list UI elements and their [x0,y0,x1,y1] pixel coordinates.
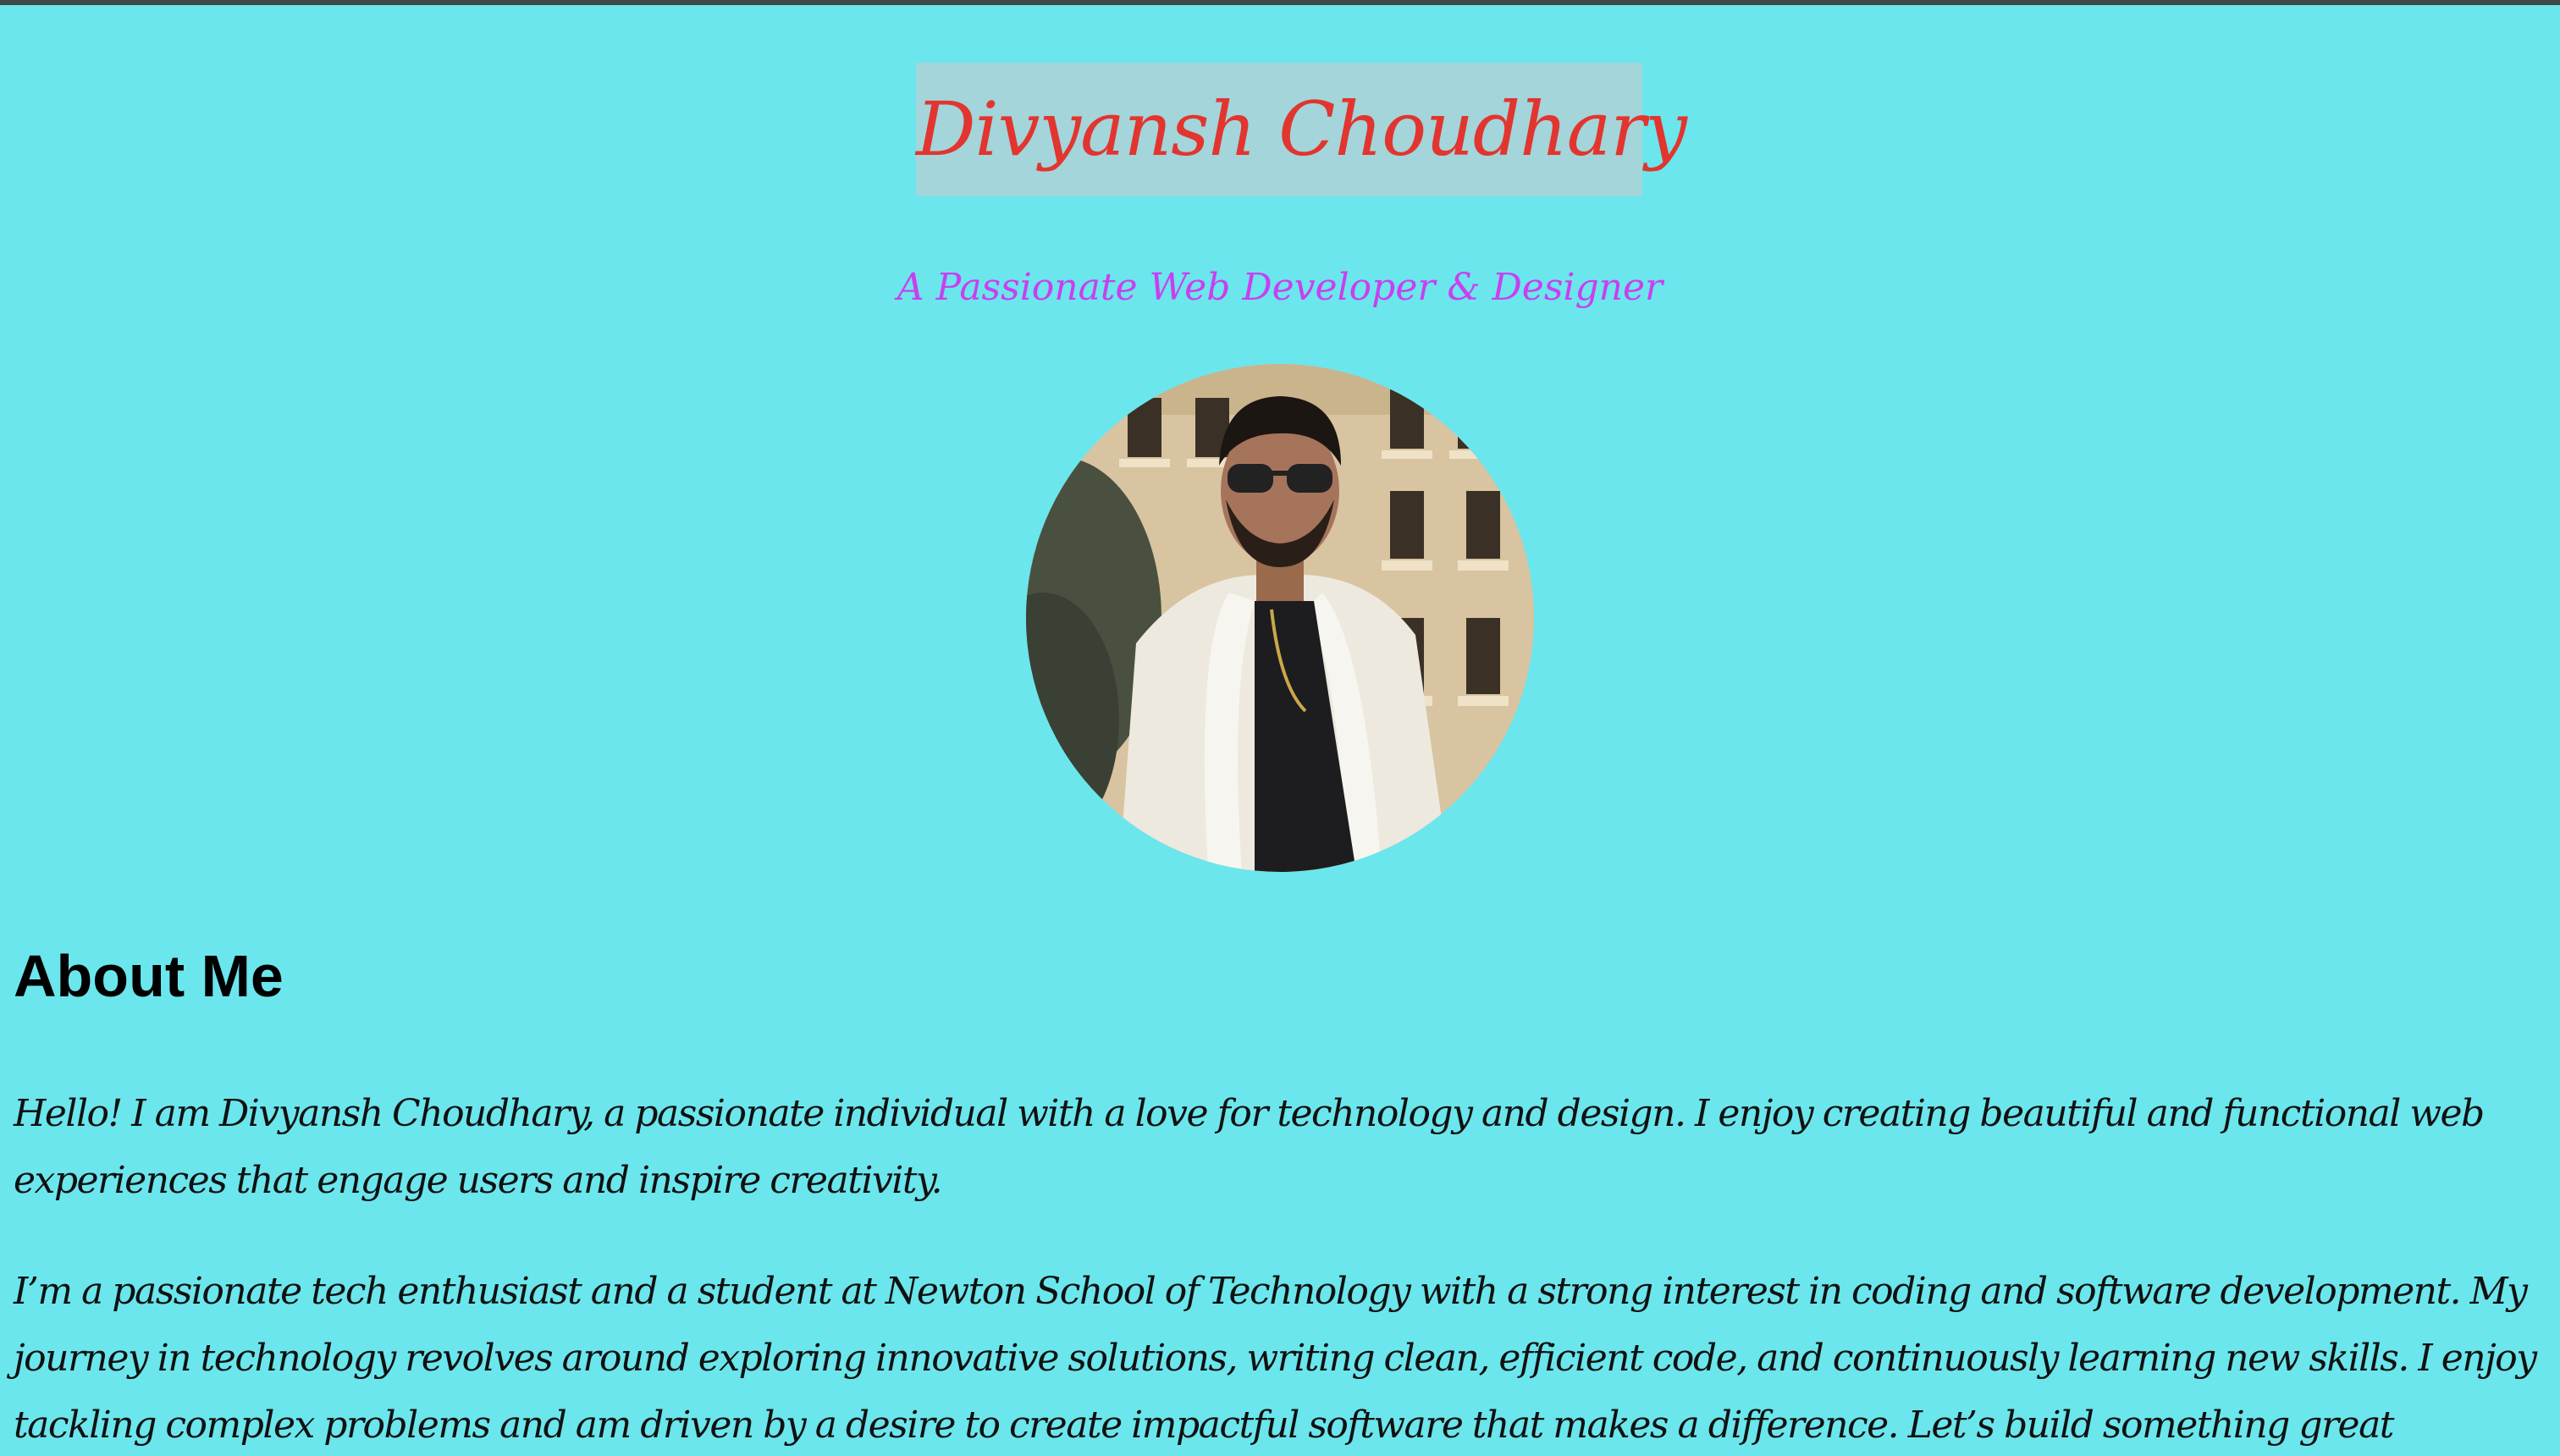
about-heading: About Me [14,943,284,1009]
about-paragraph-journey: I’m a passionate tech enthusiast and a s… [14,1270,2537,1447]
profile-photo [1026,364,1534,872]
page-title: Divyansh Choudhary [916,85,1687,173]
window-top-border [0,0,2560,5]
tagline: A Passionate Web Developer & Designer [897,266,1663,309]
about-paragraph-intro: Hello! I am Divyansh Choudhary, a passio… [14,1092,2485,1202]
profile-photo-image [1026,364,1534,872]
